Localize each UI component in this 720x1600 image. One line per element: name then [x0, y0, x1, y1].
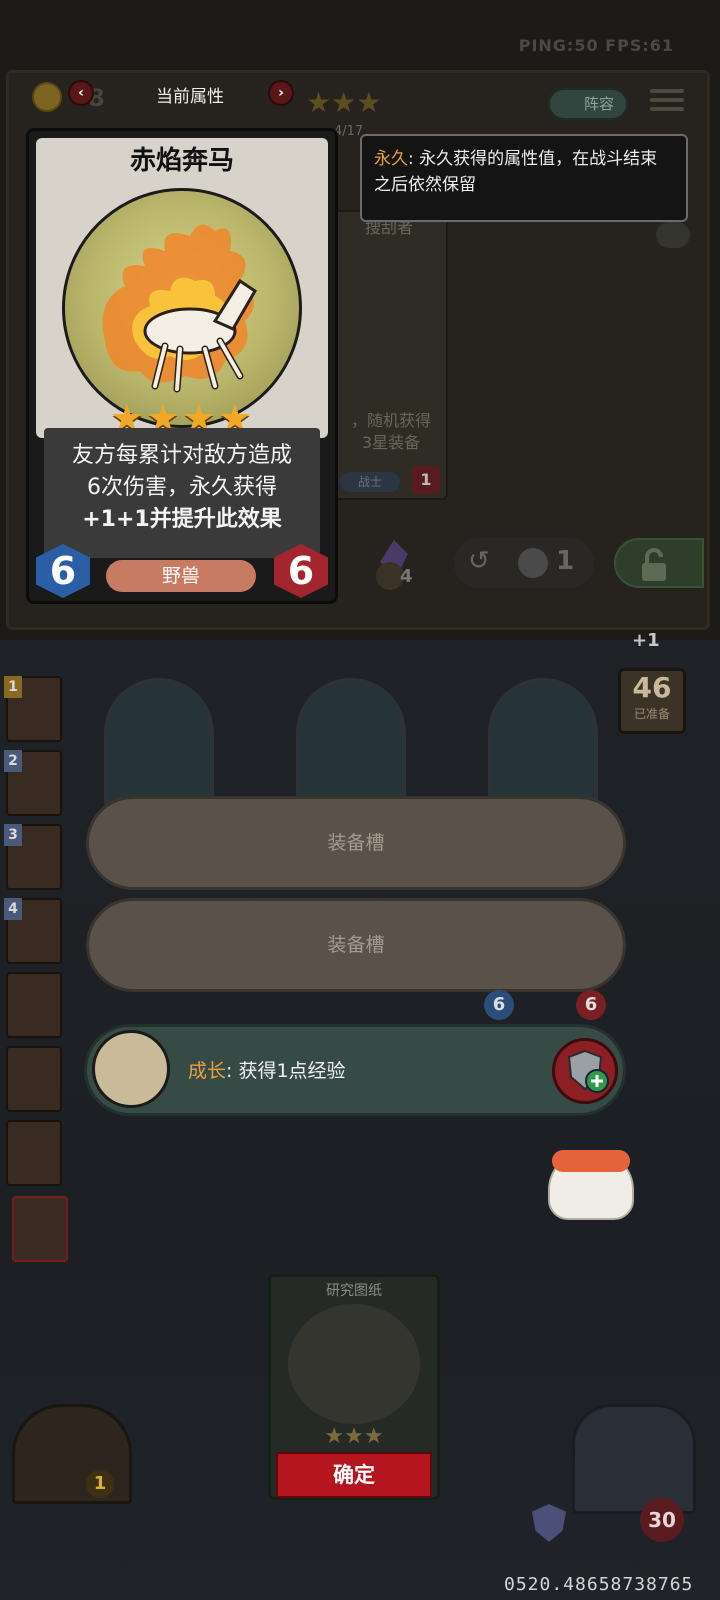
board-unit-attack: 6	[484, 990, 514, 1020]
board-unit-health: 6	[576, 990, 606, 1020]
shop-level-stars: ★★★	[306, 86, 382, 119]
keyword-tooltip: 永久: 永久获得的属性值，在战斗结束之后依然保留	[360, 134, 688, 222]
reward-title: 研究图纸	[326, 1283, 382, 1299]
party-member-current[interactable]	[12, 1196, 68, 1262]
gold-coin-icon	[32, 82, 62, 112]
equipment-slot[interactable]: 装备槽	[86, 898, 626, 992]
sushi-topping	[552, 1150, 630, 1172]
door-count: 1	[86, 1470, 114, 1498]
add-shield-button[interactable]	[552, 1038, 618, 1104]
party-rank: 1	[4, 676, 22, 698]
shop-card-background[interactable]	[330, 210, 448, 500]
blueprint-icon	[92, 1030, 170, 1108]
hero-portrait[interactable]	[572, 1404, 696, 1514]
enemy-slot-dragon[interactable]	[488, 678, 598, 808]
undo-icon[interactable]: ↺	[468, 546, 490, 576]
next-attribute-button[interactable]: ›	[268, 80, 294, 106]
exit-door[interactable]	[12, 1404, 132, 1504]
session-id: 0520.48658738765	[504, 1574, 694, 1595]
gem-count: 4	[400, 566, 413, 587]
lineup-button[interactable]: 阵容	[548, 88, 628, 120]
current-attributes-title: 当前属性	[156, 87, 224, 107]
shop-card-text: ，随机获得 3星装备	[350, 411, 431, 452]
enemy-slot-bear[interactable]	[296, 678, 406, 808]
shop-card-level: 1	[412, 466, 440, 494]
equipment-slot[interactable]: 装备槽	[86, 796, 626, 890]
lock-icon	[642, 548, 666, 581]
chat-icon[interactable]	[656, 222, 690, 248]
fire-horse-art	[62, 188, 302, 428]
card-description-line: 6次伤害，永久获得	[87, 475, 277, 500]
shield-plus-icon	[567, 1049, 609, 1093]
party-member[interactable]	[6, 972, 62, 1038]
fire-horse-icon	[102, 224, 258, 393]
ready-label: 已准备	[633, 707, 670, 721]
tooltip-text: : 永久获得的属性值，在战斗结束之后依然保留	[374, 149, 658, 195]
hero-health: 30	[640, 1498, 684, 1542]
growth-effect: : 获得1点经验	[226, 1060, 346, 1082]
page-counter: 4/17	[334, 124, 364, 139]
ready-count: 46	[632, 671, 672, 704]
confirm-button[interactable]: 确定	[276, 1452, 432, 1498]
party-rank: 4	[4, 898, 22, 920]
growth-keyword: 成长	[188, 1060, 227, 1082]
prev-attribute-button[interactable]: ‹	[68, 80, 94, 106]
tribe-badge: 野兽	[106, 560, 256, 592]
lock-button[interactable]	[614, 538, 704, 588]
gem-icon[interactable]	[360, 532, 426, 592]
party-member[interactable]	[6, 1120, 62, 1186]
ping-fps-readout: PING:50 FPS:61	[518, 36, 674, 55]
card-description-line: 友方每累计对敌方造成	[71, 443, 292, 468]
party-rank: 3	[4, 824, 22, 846]
income-indicator: +1	[632, 630, 660, 651]
enemy-slot-dragon[interactable]	[104, 678, 214, 808]
card-name: 赤焰奔马	[129, 146, 234, 176]
card-description-line: +1+1并提升此效果	[82, 507, 282, 532]
shop-card-class-badge: 战士	[340, 472, 400, 492]
party-member[interactable]	[6, 1046, 62, 1112]
card-description: 友方每累计对敌方造成 6次伤害，永久获得 +1+1并提升此效果	[44, 440, 320, 536]
reroll-coin-icon[interactable]	[518, 548, 548, 578]
growth-text: 成长: 获得1点经验	[188, 1056, 346, 1083]
party-rank: 2	[4, 750, 22, 772]
research-blueprint-icon	[288, 1304, 420, 1424]
menu-icon[interactable]	[650, 84, 684, 118]
tooltip-keyword: 永久	[374, 149, 408, 169]
reward-stars: ★★★	[324, 1424, 384, 1449]
ready-counter: 46 已准备	[618, 668, 686, 734]
reroll-count: 1	[556, 546, 575, 576]
